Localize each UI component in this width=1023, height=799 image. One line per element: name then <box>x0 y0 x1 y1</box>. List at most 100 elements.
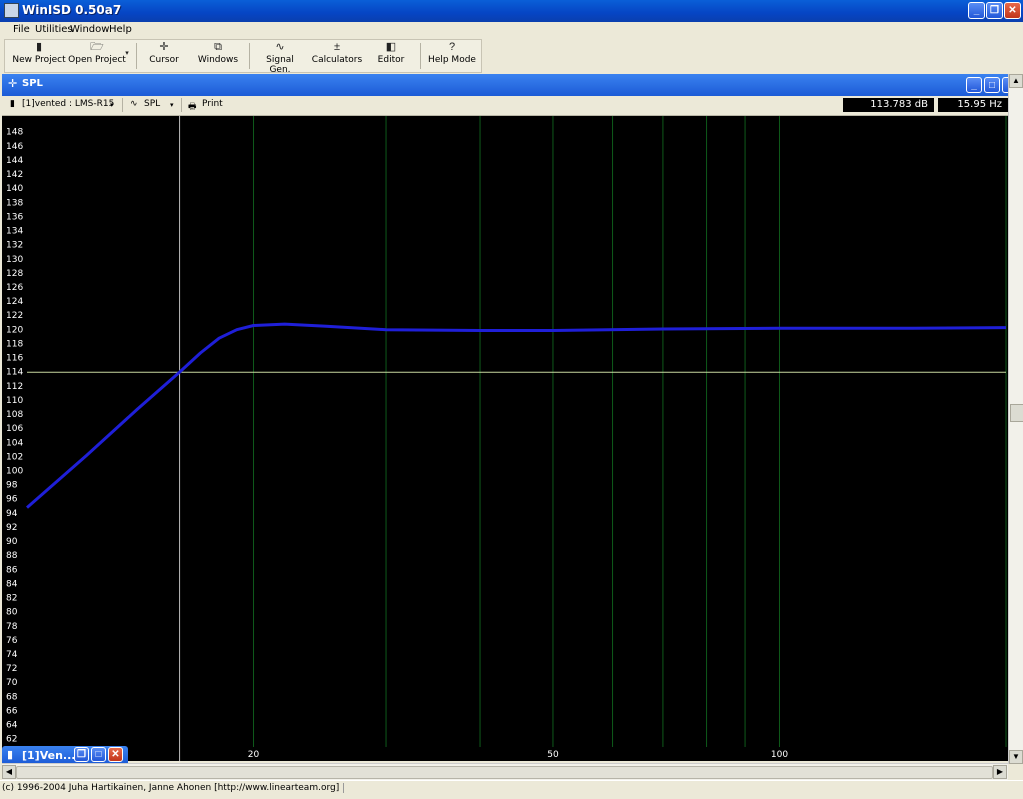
y-tick-label: 94 <box>6 509 18 519</box>
y-tick-label: 62 <box>6 735 17 745</box>
close-button[interactable]: ✕ <box>1004 2 1021 19</box>
cursor-icon: ✛ <box>159 41 169 53</box>
windows-icon: ⧉ <box>214 41 222 53</box>
y-tick-label: 122 <box>6 311 23 321</box>
dropdown-arrow-icon: ▾ <box>125 50 129 57</box>
y-tick-label: 100 <box>6 466 23 476</box>
minimized-restore-button[interactable]: ❐ <box>74 747 89 762</box>
child-minimize-button[interactable]: _ <box>966 77 982 93</box>
new-project-icon: ▮ <box>35 41 43 53</box>
y-tick-label: 106 <box>6 424 23 434</box>
folder-icon: 🗁 <box>90 41 104 53</box>
y-tick-label: 116 <box>6 354 23 364</box>
print-button[interactable]: Print <box>202 99 223 109</box>
y-tick-label: 80 <box>6 608 18 618</box>
signal-gen-button[interactable]: ∿ Signal Gen. <box>255 40 305 75</box>
y-tick-label: 120 <box>6 325 23 335</box>
y-tick-label: 84 <box>6 579 18 589</box>
scroll-left-arrow-icon[interactable]: ◀ <box>2 765 16 779</box>
child-restore-button[interactable]: □ <box>984 77 1000 93</box>
sine-wave-icon: ∿ <box>130 99 138 109</box>
readout-db: 113.783 dB <box>843 98 934 112</box>
horizontal-scroll-thumb[interactable] <box>16 766 993 779</box>
x-tick-label: 20 <box>248 750 260 760</box>
editor-icon: ◧ <box>385 41 397 53</box>
horizontal-scrollbar[interactable]: ◀ ▶ <box>2 763 1008 780</box>
windows-button[interactable]: ⧉ Windows <box>195 40 241 72</box>
app-title: WinISD 0.50a7 <box>22 3 122 17</box>
y-tick-label: 134 <box>6 227 23 237</box>
y-tick-label: 146 <box>6 142 23 152</box>
calculators-button[interactable]: ± Calculators <box>311 40 363 72</box>
menu-file[interactable]: File <box>13 24 30 35</box>
spl-chart-svg[interactable]: 148 146 144 142 140 138 136 134 132 130 128 126 124 1… <box>2 116 1008 761</box>
spl-window-title: SPL <box>22 78 43 89</box>
y-tick-label: 86 <box>6 565 18 575</box>
pin-icon[interactable]: ✛ <box>8 77 17 90</box>
open-project-dropdown[interactable]: ▾ <box>123 40 131 72</box>
minimized-window-title: [1]Ven... <box>22 749 76 762</box>
plot-background <box>2 116 1008 761</box>
y-tick-label: 128 <box>6 269 23 279</box>
minimized-maximize-button[interactable]: □ <box>91 747 106 762</box>
y-tick-label: 144 <box>6 156 23 166</box>
y-tick-label: 108 <box>6 410 23 420</box>
y-tick-label: 92 <box>6 523 17 533</box>
x-tick-label: 50 <box>547 750 559 760</box>
minimized-close-button[interactable]: ✕ <box>108 747 123 762</box>
minimized-window[interactable]: ▮ [1]Ven... ❐ □ ✕ <box>2 746 128 764</box>
y-tick-label: 68 <box>6 692 18 702</box>
open-project-button[interactable]: 🗁 Open Project <box>65 40 129 72</box>
spl-toolbar: ▮ [1]vented : LMS-R15 ▾ ∿ SPL ▾ 🖶 Print … <box>2 96 1008 116</box>
y-tick-label: 140 <box>6 184 23 194</box>
question-mark-icon: ? <box>448 41 456 53</box>
y-tick-label: 104 <box>6 438 23 448</box>
y-tick-label: 96 <box>6 495 18 505</box>
app-titlebar: WinISD 0.50a7 _ ❐ ✕ <box>0 0 1023 22</box>
new-project-button[interactable]: ▮ New Project <box>11 40 67 72</box>
y-tick-label: 118 <box>6 339 23 349</box>
menu-help[interactable]: Help <box>109 24 132 35</box>
graph-select[interactable]: SPL <box>144 99 160 109</box>
menu-utilities[interactable]: Utilities <box>35 24 73 35</box>
y-tick-label: 70 <box>6 678 18 688</box>
y-tick-label: 90 <box>6 537 18 547</box>
project-icon: ▮ <box>10 99 15 109</box>
app-icon[interactable] <box>4 3 19 18</box>
spl-chart[interactable]: 148 146 144 142 140 138 136 134 132 130 128 126 124 1… <box>2 116 1008 761</box>
y-tick-label: 114 <box>6 368 23 378</box>
menu-window[interactable]: Window <box>70 24 109 35</box>
minimize-button[interactable]: _ <box>968 2 985 19</box>
main-toolbar: ▮ New Project 🗁 Open Project ▾ ✛ Cursor … <box>4 39 482 75</box>
y-tick-label: 142 <box>6 170 23 180</box>
y-tick-label: 82 <box>6 594 17 604</box>
calculator-icon: ± <box>333 41 341 53</box>
menu-bar: File Utilities Window Help <box>0 22 1023 39</box>
scroll-down-arrow-icon[interactable]: ▼ <box>1009 750 1023 764</box>
y-tick-label: 64 <box>6 721 18 731</box>
y-tick-label: 102 <box>6 452 23 462</box>
restore-button[interactable]: ❐ <box>986 2 1003 19</box>
project-dropdown-arrow-icon[interactable]: ▾ <box>110 101 114 109</box>
y-tick-label: 126 <box>6 283 23 293</box>
scroll-up-arrow-icon[interactable]: ▲ <box>1009 74 1023 88</box>
y-tick-label: 74 <box>6 650 18 660</box>
help-mode-button[interactable]: ? Help Mode <box>427 40 477 72</box>
vertical-scroll-thumb[interactable] <box>1010 404 1023 422</box>
y-tick-label: 132 <box>6 241 23 251</box>
scroll-right-arrow-icon[interactable]: ▶ <box>993 765 1007 779</box>
editor-button[interactable]: ◧ Editor <box>371 40 411 72</box>
y-tick-label: 76 <box>6 636 18 646</box>
vertical-scrollbar[interactable]: ▲ ▼ <box>1008 74 1023 764</box>
graph-dropdown-arrow-icon[interactable]: ▾ <box>170 101 174 109</box>
readout-hz: 15.95 Hz <box>938 98 1008 112</box>
y-tick-label: 72 <box>6 664 17 674</box>
project-select[interactable]: [1]vented : LMS-R15 <box>22 99 114 109</box>
spl-window-titlebar: ✛ SPL _ □ <box>2 74 1014 96</box>
y-tick-label: 66 <box>6 706 18 716</box>
status-text: (c) 1996-2004 Juha Hartikainen, Janne Ah… <box>2 783 345 793</box>
printer-icon: 🖶 <box>188 102 197 112</box>
cursor-button[interactable]: ✛ Cursor <box>143 40 185 72</box>
y-tick-label: 138 <box>6 198 23 208</box>
y-tick-label: 88 <box>6 551 18 561</box>
